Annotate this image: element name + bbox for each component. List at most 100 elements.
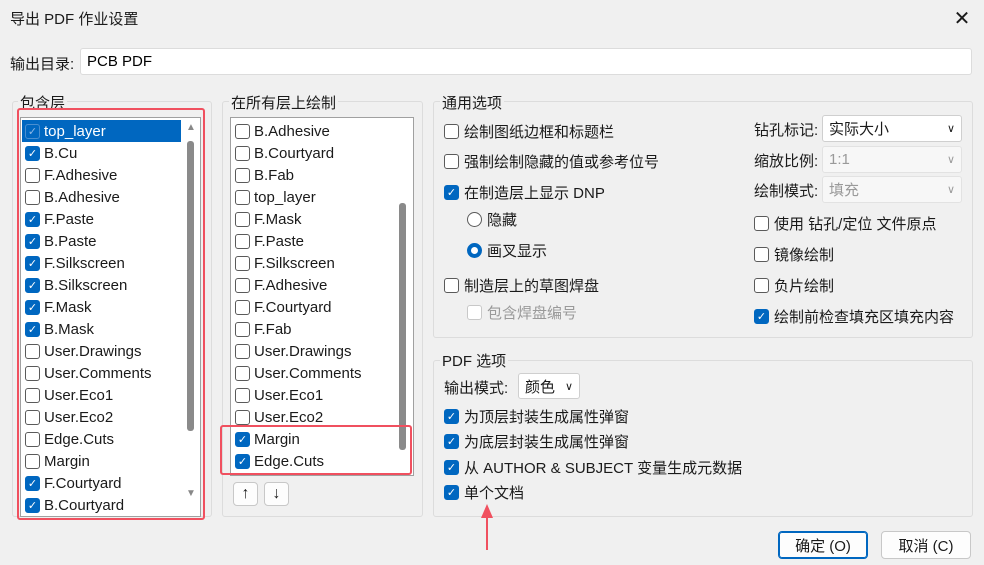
checkbox-icon[interactable]: ✓ [25,277,40,293]
plot-frame-checkbox[interactable]: 绘制图纸边框和标题栏 [444,121,614,142]
checkbox-icon[interactable] [235,211,250,227]
layer-item[interactable]: ✓ Edge.Cuts [232,450,391,472]
checkbox-icon[interactable]: ✓ [444,434,459,449]
layer-item[interactable]: F.Adhesive [232,274,391,296]
checkbox-icon[interactable]: ✓ [25,233,40,249]
scroll-up-icon[interactable]: ▲ [186,122,196,133]
output-dir-input[interactable] [80,48,972,75]
layer-item[interactable]: User.Eco2 [22,406,181,428]
move-down-button[interactable]: ↓ [264,482,289,506]
all-layers-list[interactable]: B.Adhesive B.Courtyard B.Fab top_layer F.Mas… [230,117,414,476]
include-layers-list[interactable]: ✓ top_layer ✓ B.Cu F.Adhesive B.Adhesive ✓ F.Pa… [20,117,201,517]
checkbox-icon[interactable] [25,365,40,381]
scrollbar-thumb[interactable] [399,203,406,450]
checkbox-icon[interactable] [467,305,482,320]
layer-item[interactable]: ✓ B.Courtyard [22,494,181,516]
layer-item[interactable]: User.Comments [232,362,391,384]
pad-numbers-checkbox[interactable]: 包含焊盘编号 [467,302,577,323]
layer-item[interactable]: User.Eco1 [232,384,391,406]
radio-icon[interactable] [467,243,482,258]
checkbox-icon[interactable] [235,277,250,293]
layer-item[interactable]: ✓ top_layer [22,120,181,142]
layer-item[interactable]: F.Mask [232,208,391,230]
layer-item[interactable]: B.Fab [232,164,391,186]
drill-marks-select[interactable]: 实际大小 ∨ [822,115,962,142]
negative-checkbox[interactable]: 负片绘制 [754,275,834,296]
checkbox-icon[interactable] [235,167,250,183]
layer-item[interactable]: F.Adhesive [22,164,181,186]
checkbox-icon[interactable] [754,278,769,293]
checkbox-icon[interactable]: ✓ [235,453,250,469]
checkbox-icon[interactable]: ✓ [25,475,40,491]
layer-item[interactable]: ✓ B.Silkscreen [22,274,181,296]
checkbox-icon[interactable]: ✓ [25,299,40,315]
front-popups-checkbox[interactable]: ✓ 为顶层封装生成属性弹窗 [444,406,629,427]
checkbox-icon[interactable] [25,189,40,205]
cancel-button[interactable]: 取消 (C) [881,531,971,559]
checkbox-icon[interactable] [235,387,250,403]
scrollbar-thumb[interactable] [187,141,194,431]
checkbox-icon[interactable] [235,409,250,425]
checkbox-icon[interactable] [754,247,769,262]
dnp-cross-radio[interactable]: 画叉显示 [467,240,547,261]
checkbox-icon[interactable]: ✓ [25,123,40,139]
checkbox-icon[interactable] [25,409,40,425]
sketch-pads-checkbox[interactable]: 制造层上的草图焊盘 [444,275,599,296]
output-mode-select[interactable]: 颜色 ∨ [518,373,580,399]
checkbox-icon[interactable]: ✓ [444,185,459,200]
scroll-down-icon[interactable]: ▼ [186,488,196,499]
layer-item[interactable]: F.Silkscreen [232,252,391,274]
checkbox-icon[interactable]: ✓ [235,431,250,447]
layer-item[interactable]: ✓ B.Mask [22,318,181,340]
layer-item[interactable]: User.Eco1 [22,384,181,406]
layer-item[interactable]: User.Drawings [22,340,181,362]
layer-item[interactable]: User.Drawings [232,340,391,362]
checkbox-icon[interactable]: ✓ [25,255,40,271]
checkbox-icon[interactable] [444,124,459,139]
layer-item[interactable]: F.Fab [232,318,391,340]
checkbox-icon[interactable]: ✓ [444,409,459,424]
force-hidden-checkbox[interactable]: 强制绘制隐藏的值或参考位号 [444,151,659,172]
checkbox-icon[interactable] [235,145,250,161]
layer-item[interactable]: top_layer [232,186,391,208]
checkbox-icon[interactable]: ✓ [444,485,459,500]
layer-item[interactable]: F.Paste [232,230,391,252]
ok-button[interactable]: 确定 (O) [778,531,868,559]
scale-select[interactable]: 1:1 ∨ [822,146,962,173]
radio-icon[interactable] [467,212,482,227]
checkbox-icon[interactable] [235,343,250,359]
check-zones-checkbox[interactable]: ✓ 绘制前检查填充区填充内容 [754,306,954,327]
checkbox-icon[interactable]: ✓ [444,460,459,475]
checkbox-icon[interactable] [25,431,40,447]
checkbox-icon[interactable]: ✓ [25,145,40,161]
layer-item[interactable]: ✓ F.Paste [22,208,181,230]
checkbox-icon[interactable] [25,343,40,359]
layer-item[interactable]: ✓ B.Paste [22,230,181,252]
move-up-button[interactable]: ↑ [233,482,258,506]
checkbox-icon[interactable] [235,365,250,381]
back-popups-checkbox[interactable]: ✓ 为底层封装生成属性弹窗 [444,431,629,452]
checkbox-icon[interactable] [25,387,40,403]
layer-item[interactable]: ✓ B.Cu [22,142,181,164]
layer-item[interactable]: B.Courtyard [232,142,391,164]
checkbox-icon[interactable] [25,167,40,183]
checkbox-icon[interactable] [235,123,250,139]
checkbox-icon[interactable] [754,216,769,231]
layer-item[interactable]: F.Courtyard [232,296,391,318]
metadata-checkbox[interactable]: ✓ 从 AUTHOR & SUBJECT 变量生成元数据 [444,457,742,478]
layer-item[interactable]: ✓ F.Silkscreen [22,252,181,274]
checkbox-icon[interactable] [444,278,459,293]
dnp-hide-radio[interactable]: 隐藏 [467,209,517,230]
checkbox-icon[interactable] [235,255,250,271]
checkbox-icon[interactable] [235,321,250,337]
use-origin-checkbox[interactable]: 使用 钻孔/定位 文件原点 [754,213,937,234]
checkbox-icon[interactable] [235,189,250,205]
layer-item[interactable]: B.Adhesive [232,120,391,142]
mirror-checkbox[interactable]: 镜像绘制 [754,244,834,265]
checkbox-icon[interactable]: ✓ [25,211,40,227]
plot-mode-select[interactable]: 填充 ∨ [822,176,962,203]
show-dnp-checkbox[interactable]: ✓ 在制造层上显示 DNP [444,182,605,203]
layer-item[interactable]: User.Comments [22,362,181,384]
layer-item[interactable]: B.Adhesive [22,186,181,208]
layer-item[interactable]: Edge.Cuts [22,428,181,450]
